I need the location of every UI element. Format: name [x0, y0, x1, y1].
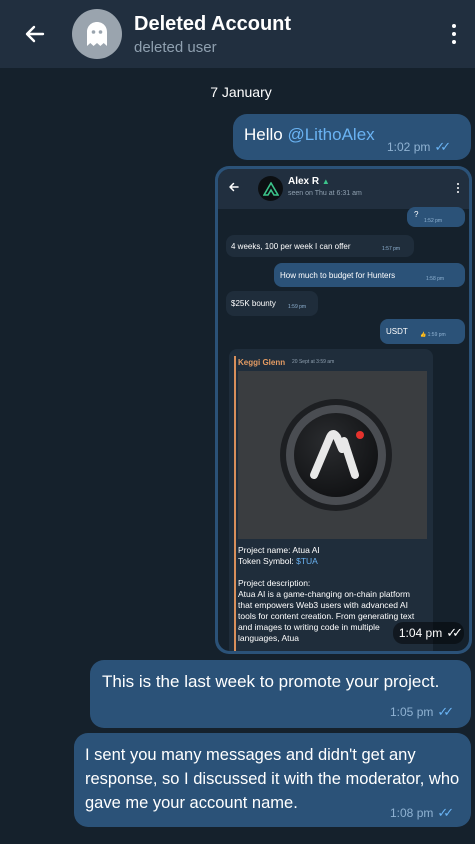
double-check-icon: ✓✓	[437, 805, 454, 820]
more-vertical-icon	[457, 183, 459, 193]
chat-title: Deleted Account	[134, 12, 292, 35]
avatar[interactable]	[72, 9, 122, 59]
message-time: 1:05 pm	[390, 705, 434, 719]
message-text: This is the last week to promote your pr…	[102, 672, 440, 691]
inner-chat-header: Alex R ▲ seen on Thu at 6:31 am	[218, 169, 469, 209]
message-meta: 1:05 pm ✓✓	[390, 704, 454, 720]
forward-author: Keggi Glenn	[238, 358, 286, 367]
project-logo-image	[238, 371, 427, 539]
message-bubble[interactable]: Hello @LithoAlex 1:02 pm ✓✓	[233, 114, 471, 160]
forward-date: 20 Sept at 3:59 am	[292, 359, 335, 365]
photo-message[interactable]: Alex R ▲ seen on Thu at 6:31 am ? 1:52 p…	[215, 166, 472, 654]
inner-avatar	[258, 176, 283, 201]
message-time: 1:02 pm	[387, 140, 431, 154]
message-meta: 1:02 pm ✓✓	[387, 139, 451, 155]
forwarded-post: Keggi Glenn 20 Sept at 3:59 am Project n…	[229, 349, 433, 651]
double-check-icon: ✓✓	[434, 139, 451, 154]
chat-subtitle: deleted user	[134, 38, 217, 56]
message-meta: 1:04 pm ✓✓	[392, 622, 464, 644]
mention-link[interactable]: @LithoAlex	[287, 125, 374, 144]
back-button[interactable]	[0, 0, 70, 68]
more-vertical-icon	[452, 24, 456, 28]
arrow-left-icon	[229, 182, 239, 192]
more-menu-button[interactable]	[447, 20, 461, 48]
chat-title-block[interactable]: Deleted Account deleted user	[134, 13, 291, 56]
inner-contact-status: seen on Thu at 6:31 am	[288, 190, 362, 197]
forward-bar	[234, 356, 236, 651]
message-bubble[interactable]: This is the last week to promote your pr…	[90, 660, 471, 728]
chat-header: Deleted Account deleted user	[0, 0, 475, 68]
inner-message: How much to budget for Hunters 1:58 pm	[274, 263, 465, 287]
message-time: 1:04 pm	[398, 626, 443, 640]
arrow-left-icon	[25, 25, 45, 43]
ghost-icon	[87, 22, 107, 46]
screenshot-image: Alex R ▲ seen on Thu at 6:31 am ? 1:52 p…	[218, 169, 469, 651]
message-meta: 1:08 pm ✓✓	[390, 805, 454, 821]
message-prefix: Hello	[244, 125, 288, 144]
message-time: 1:08 pm	[390, 806, 434, 820]
inner-message: ? 1:52 pm	[407, 207, 465, 227]
atua-logo-icon	[280, 399, 392, 511]
message-text: Hello @LithoAlex	[244, 125, 375, 145]
double-check-icon: ✓✓	[446, 625, 463, 640]
inner-message: USDT 👍 1:59 pm	[380, 319, 465, 344]
badge-icon: ▲	[321, 177, 330, 186]
date-separator: 7 January	[210, 84, 272, 100]
message-bubble[interactable]: I sent you many messages and didn't get …	[74, 733, 471, 827]
inner-message: 4 weeks, 100 per week I can offer 1:57 p…	[226, 235, 414, 257]
inner-message: $25K bounty 1:59 pm	[226, 291, 318, 316]
logo-icon	[262, 181, 279, 196]
inner-contact-name: Alex R ▲	[288, 176, 330, 187]
double-check-icon: ✓✓	[437, 704, 454, 719]
inner-message-time: 👍 1:59 pm	[420, 332, 446, 338]
